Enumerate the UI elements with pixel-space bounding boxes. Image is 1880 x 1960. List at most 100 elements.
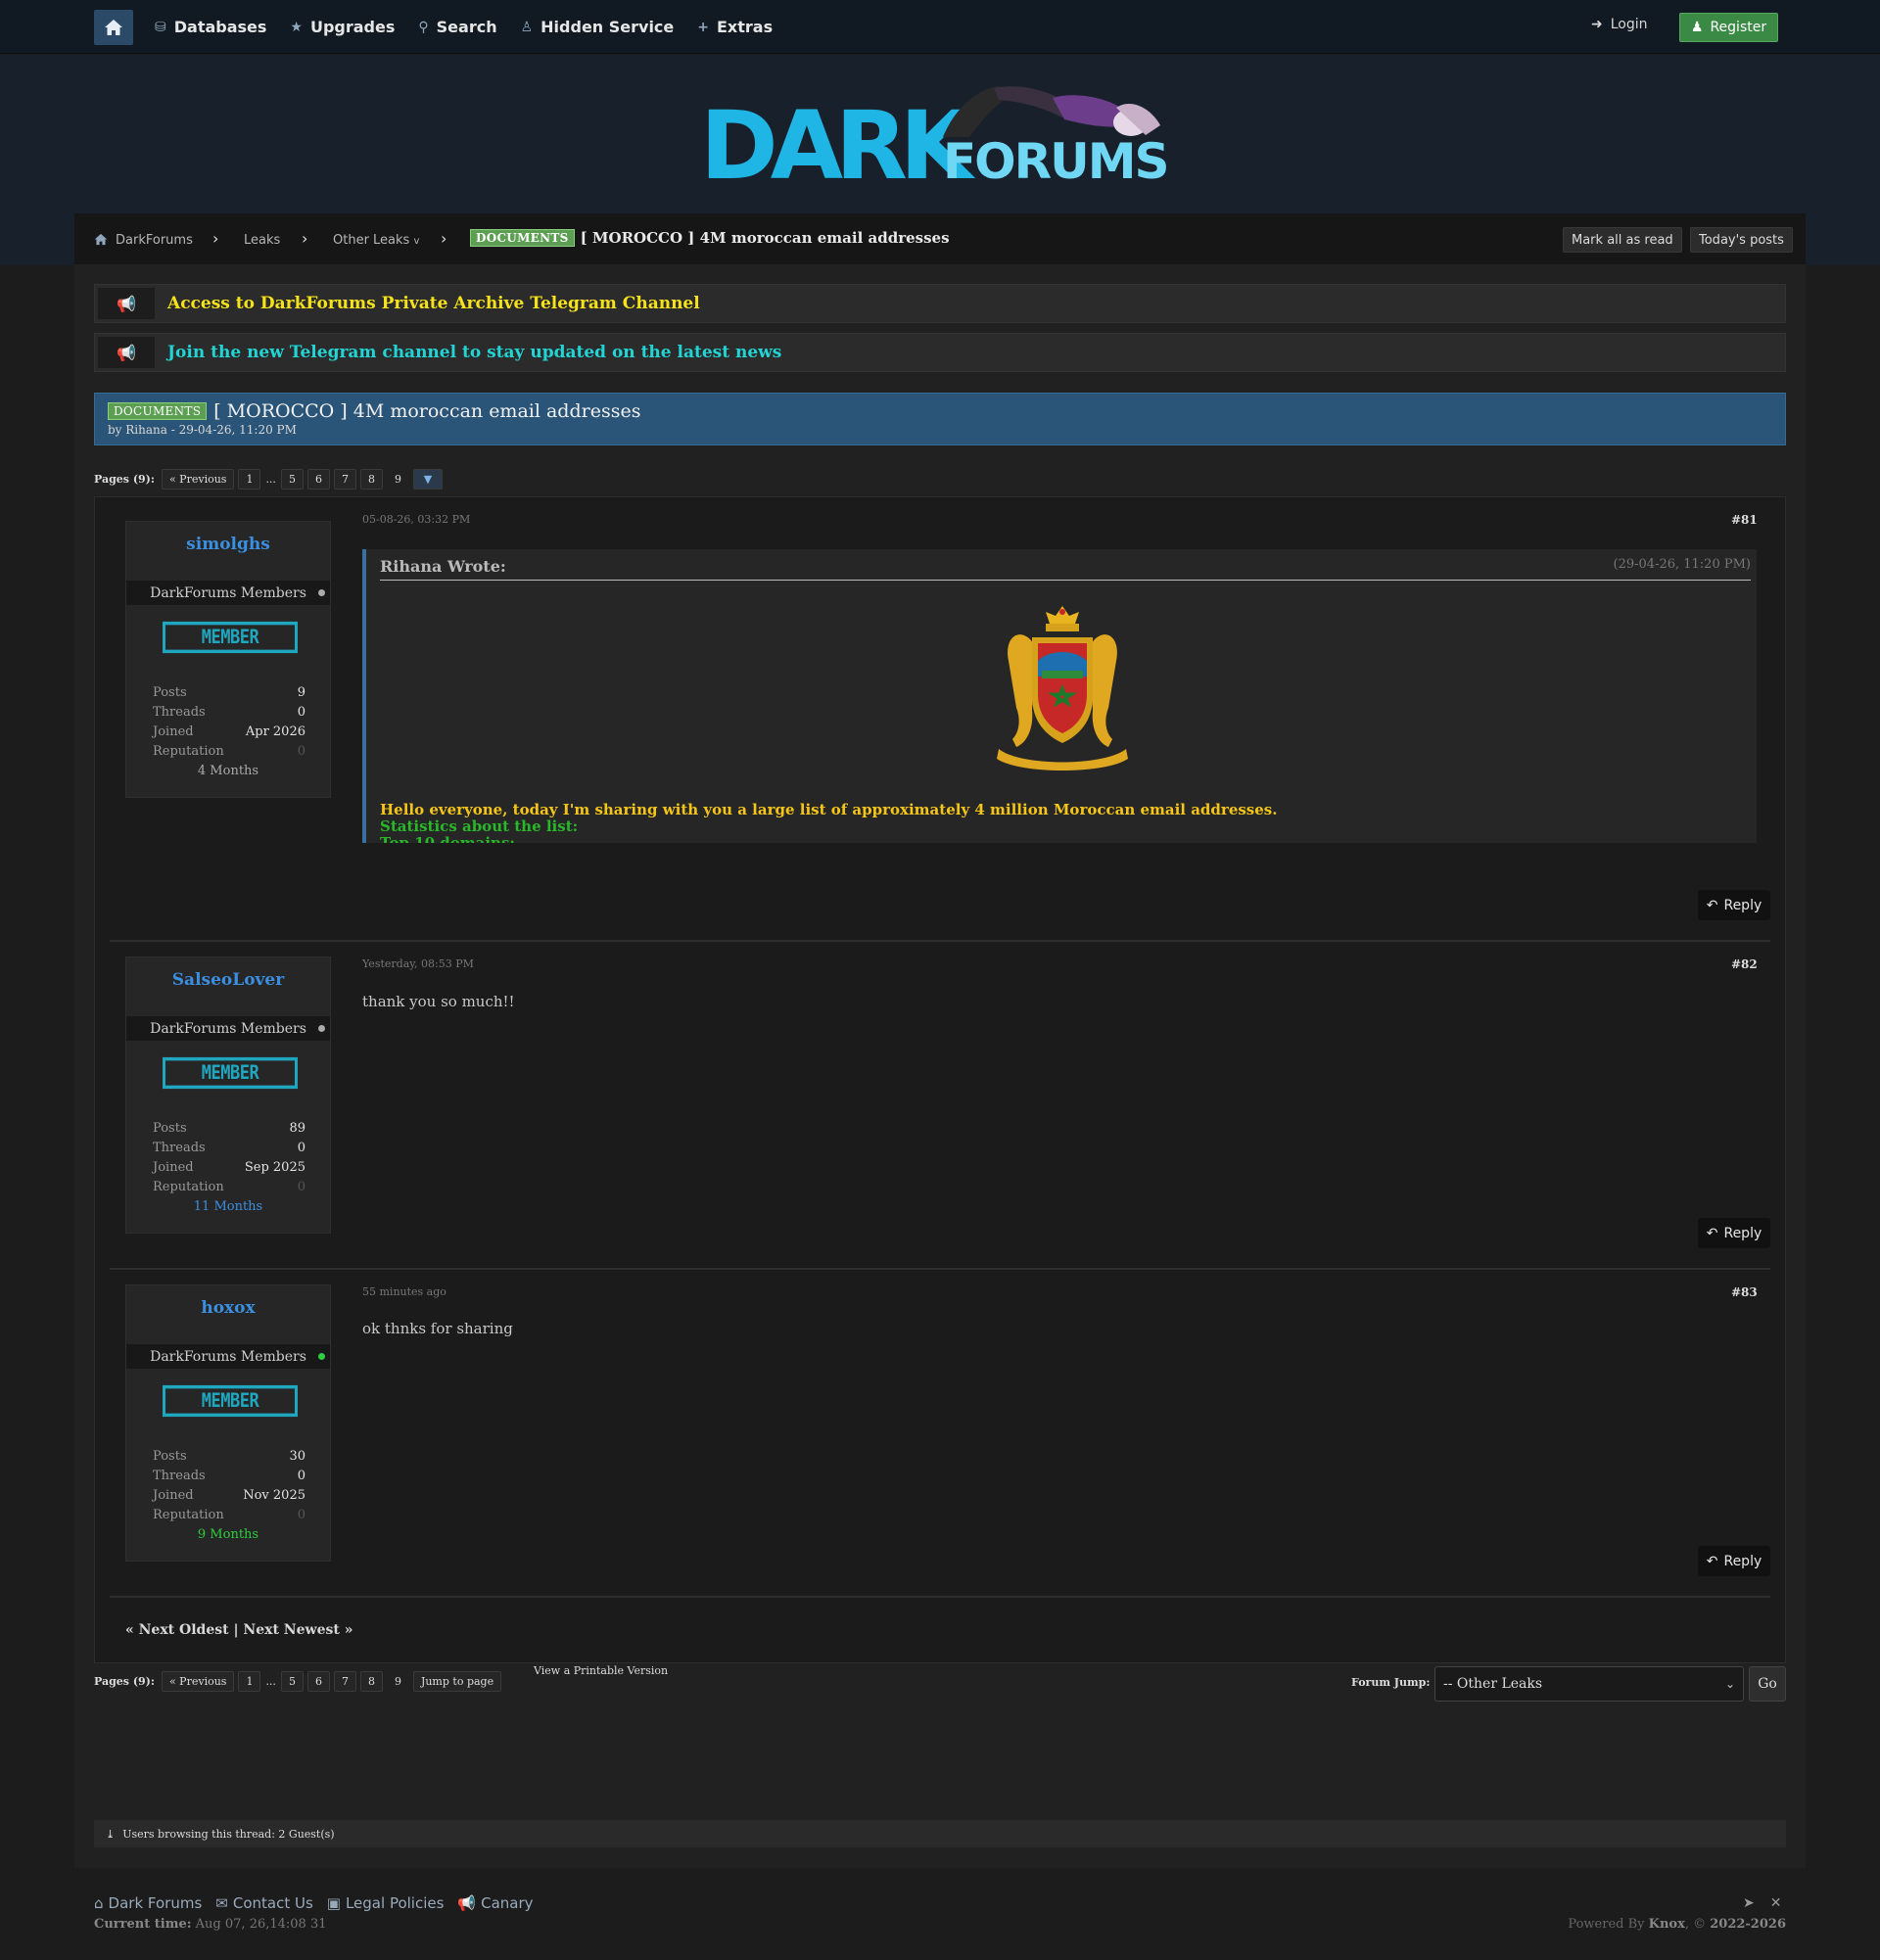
pagination-page[interactable]: 1 [238,469,261,490]
logo-mascot-illustration [943,86,1160,137]
users-browsing-text: Users browsing this thread: 2 Guest(s) [122,1827,335,1841]
stat-label: Threads [153,1141,206,1155]
post-quote: Rihana Wrote: (29-04-26, 11:20 PM) Hello… [362,549,1757,843]
register-button[interactable]: ♟ Register [1679,13,1778,42]
username-link[interactable]: simolghs [126,535,330,554]
home-button[interactable] [94,10,133,45]
footer-link-label: Legal Policies [345,1894,445,1912]
reply-button[interactable]: ↶ Reply [1698,890,1770,920]
pagination-ellipsis: ... [265,473,276,486]
printable-version-link[interactable]: View a Printable Version [534,1664,668,1677]
stat-label: Joined [153,1488,194,1503]
users-browsing-bar: ⤓ Users browsing this thread: 2 Guest(s) [94,1820,1786,1847]
logo-dark-text: DARK [700,91,976,186]
post-number[interactable]: #81 [1731,513,1758,527]
pagination-previous[interactable]: « Previous [161,469,235,490]
breadcrumb-separator: › [302,229,308,248]
bullhorn-icon: 📢 [457,1894,477,1912]
announcement-text: Access to DarkForums Private Archive Tel… [167,294,700,313]
jump-to-page-button[interactable]: Jump to page [412,1671,502,1692]
user-group: DarkForums Members [126,1344,330,1369]
pagination-previous[interactable]: « Previous [161,1671,235,1692]
post-number[interactable]: #83 [1731,1285,1758,1299]
user-secret-icon: ♙ [520,19,534,35]
breadcrumb-home[interactable]: DarkForums [116,233,193,248]
forum-jump-select[interactable]: -- Other Leaks ⌄ [1434,1666,1744,1702]
quote-text-stats-heading: Statistics about the list: [380,817,579,835]
user-group: DarkForums Members [126,581,330,605]
nav-search[interactable]: ⚲ Search [418,18,496,36]
user-stat-threads: Threads 0 [153,1141,306,1155]
footer-link-legal[interactable]: ▣ Legal Policies [327,1894,445,1912]
footer-link-canary[interactable]: 📢 Canary [457,1894,533,1912]
online-status-dot [318,1353,325,1360]
x-twitter-icon[interactable]: ✕ [1770,1895,1782,1911]
forum-jump-go-button[interactable]: Go [1749,1666,1786,1702]
pagination-page[interactable]: 5 [280,469,304,490]
stat-value: Nov 2025 [243,1488,306,1503]
user-account-age: 11 Months [193,1199,263,1214]
nav-databases[interactable]: ⛁ Databases [155,18,266,36]
stat-label: Posts [153,1449,187,1464]
pagination-jump-dropdown[interactable]: ▼ [412,469,443,490]
reply-button[interactable]: ↶ Reply [1698,1218,1770,1248]
pagination-page[interactable]: 1 [238,1671,261,1692]
nav-upgrades[interactable]: ★ Upgrades [290,18,395,36]
footer-link-contact[interactable]: ✉ Contact Us [215,1894,313,1912]
search-icon: ⚲ [418,19,429,35]
pagination-page[interactable]: 5 [280,1671,304,1692]
pagination-page[interactable]: 8 [359,1671,383,1692]
user-plus-icon: ♟ [1690,20,1704,35]
current-time: Current time: Aug 07, 26,14:08 31 [94,1917,327,1932]
user-stat-reputation: Reputation 0 [153,1508,306,1522]
home-icon: ⌂ [94,1894,104,1912]
quote-date: (29-04-26, 11:20 PM) [1613,557,1751,572]
reply-button[interactable]: ↶ Reply [1698,1546,1770,1576]
pagination-page[interactable]: 6 [306,1671,330,1692]
pagination-top: Pages (9): « Previous 1 ... 5 6 7 8 9 ▼ [94,469,443,490]
stat-value: Sep 2025 [244,1160,306,1175]
stat-label: Joined [153,1160,194,1175]
stat-label: Posts [153,685,187,700]
pagination-page[interactable]: 7 [333,469,356,490]
pagination-page[interactable]: 8 [359,469,383,490]
post-body: ok thnks for sharing [362,1320,513,1337]
chevron-down-icon: ⌄ [1724,1677,1735,1691]
stat-label: Reputation [153,744,224,759]
pagination-page[interactable]: 6 [306,469,330,490]
stat-value: 0 [297,705,306,720]
nav-hidden-service[interactable]: ♙ Hidden Service [521,18,675,36]
thread-byline: by Rihana - 29-04-26, 11:20 PM [108,423,297,437]
username-link[interactable]: SalseoLover [126,970,330,990]
mark-all-read-button[interactable]: Mark all as read [1563,227,1682,253]
chevron-down-icon: ▼ [423,473,433,486]
login-link[interactable]: ➜ Login [1591,17,1648,32]
stat-value: 0 [297,1141,306,1155]
post-divider [110,1268,1770,1270]
post-author-panel: simolghs DarkForums Members MEMBER Posts… [125,521,331,798]
forum-jump-selected: -- Other Leaks [1443,1676,1543,1692]
next-oldest-newest-links[interactable]: « Next Oldest | Next Newest » [125,1622,352,1638]
home-icon [105,20,122,35]
announcement-banner[interactable]: 📢 Access to DarkForums Private Archive T… [94,284,1786,323]
pagination-bottom: Pages (9): « Previous 1 ... 5 6 7 8 9 Ju… [94,1671,502,1692]
thread-prefix-badge: DOCUMENTS [470,229,575,247]
announcement-banner[interactable]: 📢 Join the new Telegram channel to stay … [94,333,1786,372]
post-number[interactable]: #82 [1731,957,1758,971]
breadcrumb-other-leaks[interactable]: Other Leaks v [333,233,419,248]
footer-link-dark-forums[interactable]: ⌂ Dark Forums [94,1894,202,1912]
todays-posts-button[interactable]: Today's posts [1690,227,1793,253]
user-group-label: DarkForums Members [150,584,306,601]
stat-label: Threads [153,705,206,720]
username-link[interactable]: hoxox [126,1298,330,1318]
pagination-page[interactable]: 7 [333,1671,356,1692]
breadcrumb-leaks[interactable]: Leaks [244,233,280,248]
nav-extras[interactable]: + Extras [697,18,773,36]
top-navbar: ⛁ Databases ★ Upgrades ⚲ Search ♙ Hidden Ser… [0,0,1880,54]
site-logo[interactable]: DARK FORUMS [700,78,1180,186]
telegram-icon[interactable]: ➤ [1743,1895,1755,1911]
post-date: Yesterday, 08:53 PM [362,957,474,970]
user-stat-posts: Posts 89 [153,1121,306,1136]
stat-label: Reputation [153,1508,224,1522]
member-rank-badge: MEMBER [163,621,298,654]
